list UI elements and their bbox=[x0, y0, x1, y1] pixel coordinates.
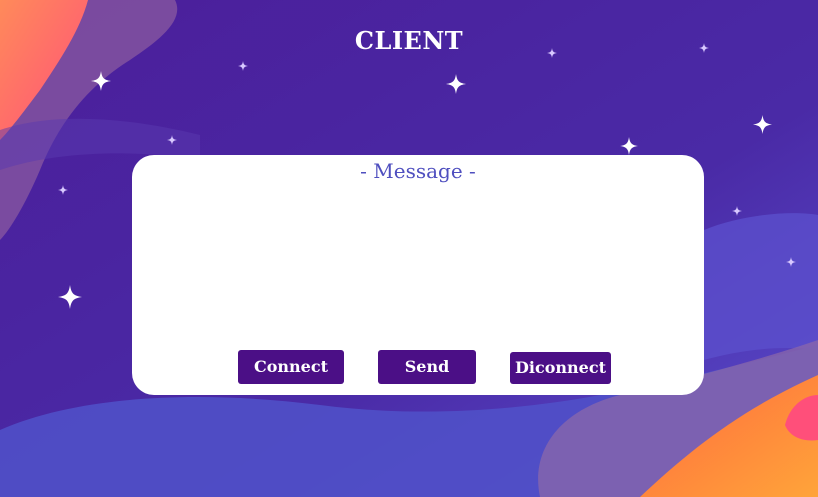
message-heading: - Message - bbox=[360, 159, 476, 183]
sparkle-star-icon bbox=[620, 137, 638, 155]
sparkle-star-icon bbox=[167, 135, 177, 145]
sparkle-star-icon bbox=[753, 115, 772, 134]
disconnect-button[interactable]: Diconnect bbox=[510, 352, 611, 384]
sparkle-star-icon bbox=[732, 206, 742, 216]
sparkle-star-icon bbox=[58, 285, 82, 309]
page-title: CLIENT bbox=[354, 26, 464, 55]
connect-button[interactable]: Connect bbox=[238, 350, 344, 384]
message-input[interactable] bbox=[152, 193, 688, 347]
send-button[interactable]: Send bbox=[378, 350, 476, 384]
sparkle-star-icon bbox=[446, 74, 466, 94]
sparkle-star-icon bbox=[238, 61, 248, 71]
sparkle-star-icon bbox=[58, 185, 68, 195]
sparkle-star-icon bbox=[91, 71, 111, 91]
sparkle-star-icon bbox=[786, 257, 796, 267]
message-panel: - Message - Connect Send Diconnect bbox=[132, 155, 704, 395]
